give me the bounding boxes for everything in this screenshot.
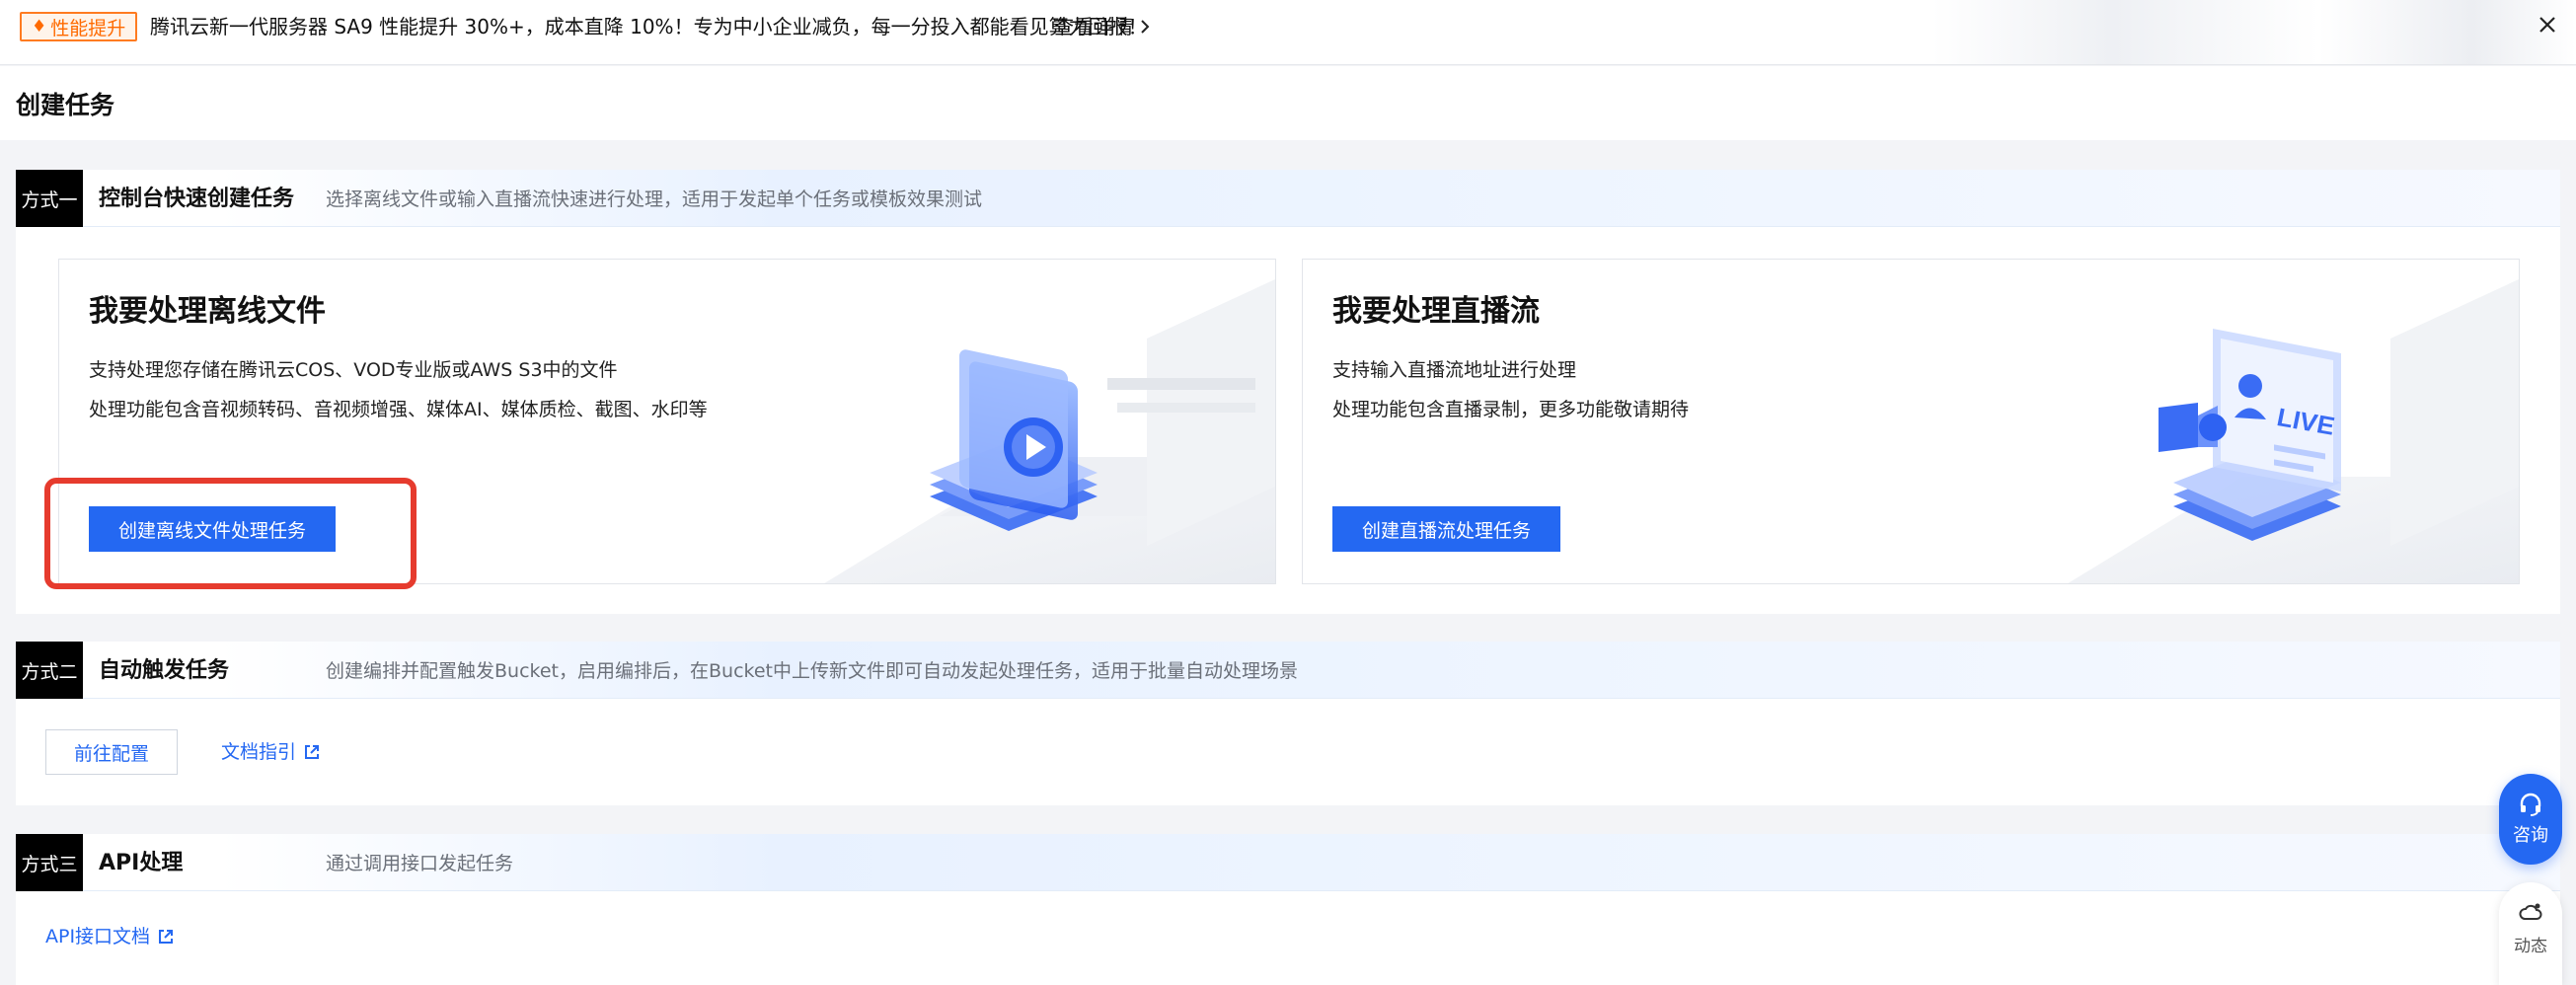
promo-text: 腾讯云新一代服务器 SA9 性能提升 30%+，成本直降 10%！专为中小企业减… <box>150 15 1148 38</box>
page-header: 创建任务 <box>0 66 2576 140</box>
go-configure-button[interactable]: 前往配置 <box>45 729 178 775</box>
section-api: 方式三 API处理 通过调用接口发起任务 API接口文档 <box>16 834 2560 985</box>
card-description-line: 支持输入直播流地址进行处理 <box>1332 359 1577 381</box>
doc-guide-link[interactable]: 文档指引 <box>221 740 320 764</box>
section-description: 创建编排并配置触发Bucket，启用编排后，在Bucket中上传新文件即可自动发… <box>326 660 1298 682</box>
card-title: 我要处理直播流 <box>1332 294 1540 329</box>
live-stream-illustration: LIVE <box>2068 279 2519 583</box>
method-badge: 方式二 <box>16 642 83 699</box>
promo-details-label: 查看详情 <box>1054 15 1133 38</box>
create-live-task-button[interactable]: 创建直播流处理任务 <box>1332 506 1561 552</box>
external-link-icon <box>159 930 174 944</box>
section-description: 通过调用接口发起任务 <box>326 853 514 874</box>
promo-tag-label: 性能提升 <box>50 17 126 39</box>
cloud-bell-icon <box>2519 903 2542 920</box>
dynamic-button[interactable]: 动态 <box>2499 882 2562 985</box>
doc-guide-label: 文档指引 <box>221 741 297 763</box>
api-doc-link[interactable]: API接口文档 <box>45 925 174 948</box>
promo-banner: ♦ 性能提升 腾讯云新一代服务器 SA9 性能提升 30%+，成本直降 10%！… <box>0 0 2576 65</box>
section-auto-trigger: 方式二 自动触发任务 创建编排并配置触发Bucket，启用编排后，在Bucket… <box>16 642 2560 805</box>
section-title: API处理 <box>99 851 184 875</box>
section-header: 方式三 API处理 通过调用接口发起任务 <box>16 834 2560 891</box>
section-title: 控制台快速创建任务 <box>99 187 295 211</box>
highlight-annotation <box>44 478 417 589</box>
section-header: 方式一 控制台快速创建任务 选择离线文件或输入直播流快速进行处理，适用于发起单个… <box>16 170 2560 227</box>
consult-button[interactable]: 咨询 <box>2499 774 2562 865</box>
card-description-line: 支持处理您存储在腾讯云COS、VOD专业版或AWS S3中的文件 <box>89 359 618 381</box>
close-icon[interactable] <box>2535 14 2560 39</box>
section-title: 自动触发任务 <box>99 658 230 683</box>
consult-label: 咨询 <box>2513 825 2548 846</box>
api-doc-label: API接口文档 <box>45 926 151 947</box>
promo-details-link[interactable]: 查看详情 <box>1054 14 1151 39</box>
flame-icon: ♦ <box>32 17 47 37</box>
page-title: 创建任务 <box>16 90 115 119</box>
card-description-line: 处理功能包含音视频转码、音视频增强、媒体AI、媒体质检、截图、水印等 <box>89 399 708 420</box>
live-stream-card: 我要处理直播流 支持输入直播流地址进行处理 处理功能包含直播录制，更多功能敬请期… <box>1302 259 2520 584</box>
promo-tag: ♦ 性能提升 <box>20 12 138 41</box>
card-title: 我要处理离线文件 <box>89 294 326 329</box>
method-badge: 方式三 <box>16 834 83 891</box>
external-link-icon <box>305 745 320 759</box>
headset-icon <box>2520 793 2541 816</box>
section-header: 方式二 自动触发任务 创建编排并配置触发Bucket，启用编排后，在Bucket… <box>16 642 2560 699</box>
dynamic-label: 动态 <box>2514 937 2547 956</box>
folder-video-illustration <box>824 279 1275 583</box>
section-description: 选择离线文件或输入直播流快速进行处理，适用于发起单个任务或模板效果测试 <box>326 189 983 210</box>
chevron-right-icon <box>1141 20 1150 34</box>
card-description-line: 处理功能包含直播录制，更多功能敬请期待 <box>1332 399 1690 420</box>
method-badge: 方式一 <box>16 170 83 227</box>
